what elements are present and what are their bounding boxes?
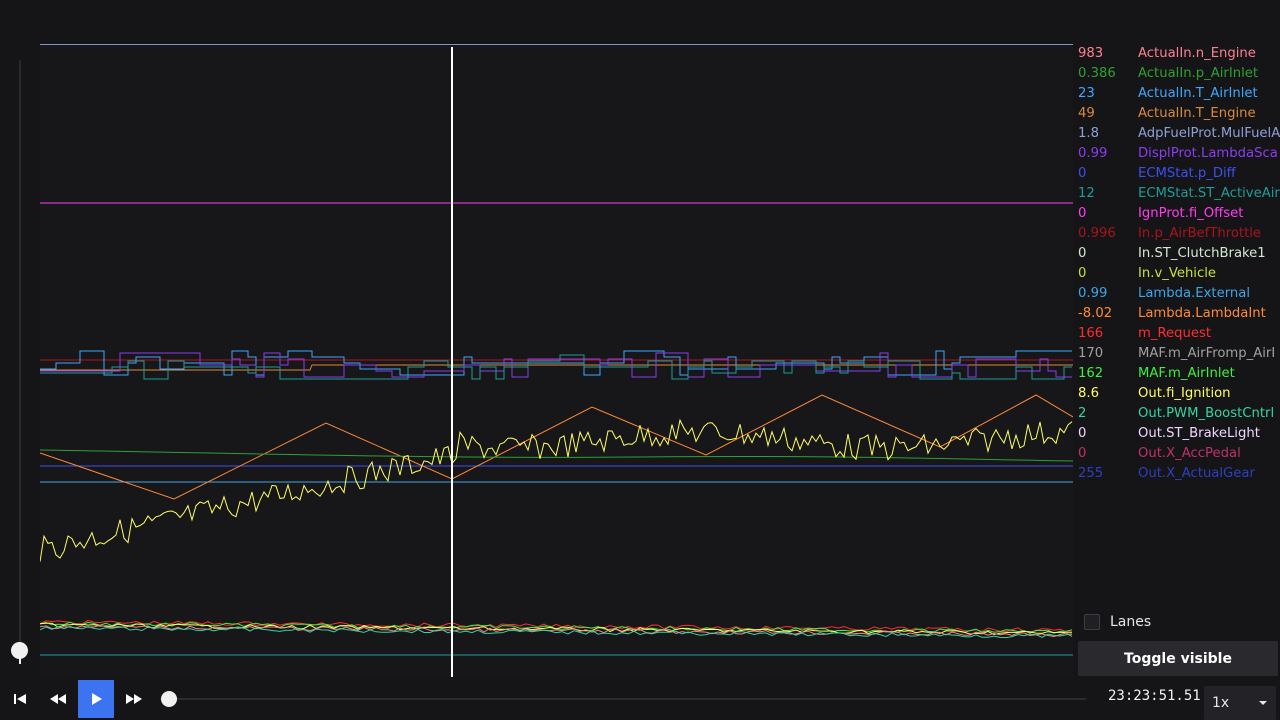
fast-forward-button[interactable] xyxy=(116,680,152,718)
legend-signal-name: ECMStat.p_Diff xyxy=(1138,166,1236,181)
legend-signal-name: Lambda.External xyxy=(1138,286,1251,301)
legend-signal-name: AdpFuelProt.MulFuelA xyxy=(1138,126,1280,141)
legend-row[interactable]: 23 ActualIn.T_AirInlet xyxy=(1074,84,1280,104)
legend-value: 255 xyxy=(1078,466,1104,481)
legend-signal-name: In.ST_ClutchBrake1 xyxy=(1138,246,1266,261)
legend-value: 0.99 xyxy=(1078,286,1108,301)
lanes-toggle[interactable]: Lanes xyxy=(1084,612,1151,632)
legend-value: 0 xyxy=(1078,266,1087,281)
rewind-button[interactable] xyxy=(40,680,76,718)
timeline-track[interactable] xyxy=(160,698,1086,700)
legend-row[interactable]: 255 Out.X_ActualGear xyxy=(1074,464,1280,484)
skip-to-start-button[interactable] xyxy=(2,680,38,718)
legend-signal-name: ActualIn.p_AirInlet xyxy=(1138,66,1259,81)
vertical-zoom-handle[interactable] xyxy=(11,642,28,659)
legend-signal-name: ActualIn.T_Engine xyxy=(1138,106,1256,121)
skip-to-start-icon xyxy=(14,694,26,704)
legend-value: -8.02 xyxy=(1078,306,1113,321)
legend-signal-name: m_Request xyxy=(1138,326,1212,341)
legend-value: 49 xyxy=(1078,106,1095,121)
signal-trace-bottom xyxy=(40,624,1073,638)
signal-trace-lambda-int xyxy=(40,394,1073,500)
legend-value: 0 xyxy=(1078,426,1087,441)
legend-value: 8.6 xyxy=(1078,386,1099,401)
lanes-label: Lanes xyxy=(1110,614,1152,630)
legend-row[interactable]: 0 Out.ST_BrakeLight xyxy=(1074,424,1280,444)
legend-value: 0 xyxy=(1078,246,1087,261)
legend-value: 170 xyxy=(1078,346,1104,361)
legend-value: 162 xyxy=(1078,366,1104,381)
signal-plot[interactable] xyxy=(40,45,1073,677)
legend-row[interactable]: 0 In.ST_ClutchBrake1 xyxy=(1074,244,1280,264)
chevron-down-icon xyxy=(1259,701,1267,705)
legend-signal-name: IgnProt.fi_Offset xyxy=(1138,206,1244,221)
legend-row[interactable]: 0 ECMStat.p_Diff xyxy=(1074,164,1280,184)
legend-value: 1.8 xyxy=(1078,126,1099,141)
legend-row[interactable]: 170 MAF.m_AirFromp_AirI xyxy=(1074,344,1280,364)
legend-signal-name: Out.fi_Ignition xyxy=(1138,386,1231,401)
signal-legend: 983 ActualIn.n_Engine 0.386 ActualIn.p_AirI… xyxy=(1074,44,1280,484)
legend-row[interactable]: 983 ActualIn.n_Engine xyxy=(1074,44,1280,64)
legend-value: 0.996 xyxy=(1078,226,1116,241)
legend-row[interactable]: 0.99 Lambda.External xyxy=(1074,284,1280,304)
legend-value: 0 xyxy=(1078,446,1087,461)
legend-row[interactable]: 166 m_Request xyxy=(1074,324,1280,344)
legend-signal-name: MAF.m_AirInlet xyxy=(1138,366,1235,381)
play-button[interactable] xyxy=(78,680,114,718)
legend-row[interactable]: 49 ActualIn.T_Engine xyxy=(1074,104,1280,124)
legend-row[interactable]: 2 Out.PWM_BoostCntrl xyxy=(1074,404,1280,424)
legend-row[interactable]: -8.02 Lambda.LambdaInt xyxy=(1074,304,1280,324)
legend-value: 0.99 xyxy=(1078,146,1108,161)
legend-signal-name: In.v_Vehicle xyxy=(1138,266,1216,281)
legend-row[interactable]: 1.8 AdpFuelProt.MulFuelA xyxy=(1074,124,1280,144)
legend-signal-name: MAF.m_AirFromp_AirI xyxy=(1138,346,1276,361)
fast-forward-icon xyxy=(126,694,142,704)
playback-speed-value: 1x xyxy=(1212,695,1230,711)
legend-row[interactable]: 0 In.v_Vehicle xyxy=(1074,264,1280,284)
legend-value: 0.386 xyxy=(1078,66,1116,81)
legend-signal-name: Out.ST_BrakeLight xyxy=(1138,426,1260,441)
legend-signal-name: Out.X_ActualGear xyxy=(1138,466,1255,481)
legend-value: 2 xyxy=(1078,406,1087,421)
legend-row[interactable]: 0.996 In.p_AirBefThrottle xyxy=(1074,224,1280,244)
legend-signal-name: DisplProt.LambdaSca xyxy=(1138,146,1278,161)
legend-value: 23 xyxy=(1078,86,1095,101)
toggle-visible-button[interactable]: Toggle visible xyxy=(1078,641,1278,676)
legend-signal-name: ActualIn.T_AirInlet xyxy=(1138,86,1258,101)
legend-row[interactable]: 162 MAF.m_AirInlet xyxy=(1074,364,1280,384)
legend-signal-name: ActualIn.n_Engine xyxy=(1138,46,1256,61)
legend-row[interactable]: 0.386 ActualIn.p_AirInlet xyxy=(1074,64,1280,84)
legend-row[interactable]: 0.99 DisplProt.LambdaSca xyxy=(1074,144,1280,164)
legend-row[interactable]: 12 ECMStat.ST_ActiveAirl xyxy=(1074,184,1280,204)
legend-signal-name: Out.PWM_BoostCntrl xyxy=(1138,406,1275,421)
signal-traces xyxy=(40,202,1073,656)
signal-trace-fi-ignition xyxy=(40,418,1073,562)
timeline-handle[interactable] xyxy=(161,691,177,707)
legend-row[interactable]: 0 Out.X_AccPedal xyxy=(1074,444,1280,464)
playback-speed-select[interactable]: 1x xyxy=(1204,686,1276,720)
legend-value: 0 xyxy=(1078,206,1087,221)
legend-value: 166 xyxy=(1078,326,1104,341)
playback-bar: 23:23:51.51 1x xyxy=(0,680,1280,720)
lanes-checkbox[interactable] xyxy=(1084,614,1100,630)
legend-value: 983 xyxy=(1078,46,1104,61)
current-time-readout: 23:23:51.51 xyxy=(1108,688,1201,704)
legend-value: 0 xyxy=(1078,166,1087,181)
legend-signal-name: Lambda.LambdaInt xyxy=(1138,306,1266,321)
rewind-icon xyxy=(50,694,66,704)
legend-row[interactable]: 8.6 Out.fi_Ignition xyxy=(1074,384,1280,404)
signal-trace-t-airinlet xyxy=(40,350,1072,376)
legend-signal-name: Out.X_AccPedal xyxy=(1138,446,1241,461)
legend-signal-name: In.p_AirBefThrottle xyxy=(1138,226,1262,241)
vertical-zoom-track[interactable] xyxy=(19,60,21,660)
play-icon xyxy=(92,693,102,705)
signal-plot-area[interactable] xyxy=(40,44,1073,677)
legend-row[interactable]: 0 IgnProt.fi_Offset xyxy=(1074,204,1280,224)
legend-signal-name: ECMStat.ST_ActiveAirl xyxy=(1138,186,1280,201)
legend-value: 12 xyxy=(1078,186,1095,201)
